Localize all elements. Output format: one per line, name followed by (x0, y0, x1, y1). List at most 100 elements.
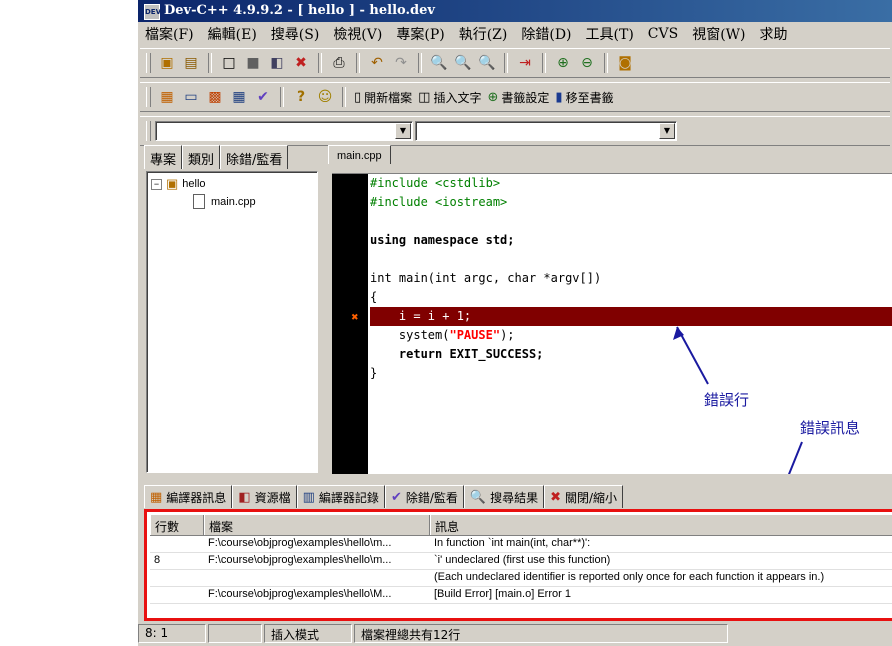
tab-project[interactable]: 專案 (144, 145, 183, 169)
tree-file-label: main.cpp (211, 195, 256, 208)
toolbar-separator (356, 53, 360, 73)
search-icon: 🔍 (469, 489, 487, 505)
goto-line-icon[interactable]: ⇥ (514, 52, 536, 74)
messages-header: 行數 檔案 訊息 (150, 515, 892, 536)
tab-resources[interactable]: ◧ 資源檔 (232, 485, 297, 508)
save-all-icon[interactable]: ◧ (266, 52, 288, 74)
toolbar-separator (418, 53, 422, 73)
table-row[interactable]: F:\course\objprog\examples\hello\M... [B… (150, 587, 892, 604)
status-bar: 8: 1 插入模式 檔案裡總共有12行 (138, 622, 892, 644)
row-message: `i' undeclared (first use this function) (434, 554, 611, 566)
goto-bookmark-label: 移至書籤 (565, 90, 614, 105)
bottom-tabs: ▦ 編譯器訊息 ◧ 資源檔 ▥ 編譯器記錄 ✔ 除錯/監看 🔍 搜尋結果 ✖ 關閉/縮小 (144, 485, 624, 509)
save-icon[interactable]: ■ (242, 52, 264, 74)
tree-root-label: hello (182, 178, 206, 190)
set-bookmark-button[interactable]: ⊕ 書籤設定 (484, 86, 552, 108)
tree-root[interactable]: − ▣ hello (151, 176, 206, 192)
check-icon: ✔ (390, 489, 402, 505)
compile-icon[interactable]: ▦ (156, 86, 178, 108)
row-line (150, 536, 204, 552)
open-project-icon[interactable]: ▤ (180, 52, 202, 74)
menu-tools[interactable]: 工具(T) (579, 24, 641, 44)
collapse-icon[interactable]: − (151, 178, 162, 190)
remove-from-project-icon[interactable]: ⊖ (576, 52, 598, 74)
help-icon[interactable]: ? (290, 86, 312, 108)
new-file-icon[interactable]: □ (218, 52, 240, 74)
menu-project[interactable]: 專案(P) (389, 24, 451, 44)
new-file-label: 開新檔案 (364, 90, 413, 105)
toolbar-separator (318, 53, 322, 73)
print-icon[interactable]: ⎙ (328, 52, 350, 74)
title-bar[interactable]: DEV Dev-C++ 4.9.9.2 - [ hello ] - hello.… (138, 0, 892, 22)
row-file (204, 570, 430, 586)
menu-search[interactable]: 搜尋(S) (264, 24, 327, 44)
tab-debug-watch[interactable]: 除錯/監看 (220, 145, 289, 169)
redo-icon[interactable]: ↷ (390, 52, 412, 74)
tab-debug[interactable]: ✔ 除錯/監看 (384, 485, 464, 508)
table-row[interactable]: F:\course\objprog\examples\hello\m... In… (150, 536, 892, 553)
chevron-down-icon[interactable]: ▼ (395, 123, 411, 139)
bookmark-goto-icon: ▮ (555, 89, 563, 105)
find-icon[interactable]: 🔍 (428, 52, 450, 74)
table-row[interactable]: 8 F:\course\objprog\examples\hello\m... … (150, 553, 892, 570)
class-combo[interactable]: ▼ (155, 121, 413, 141)
menu-cvs[interactable]: CVS (641, 26, 685, 42)
left-tabs: 專案 類別 除錯/監看 (144, 145, 320, 169)
modified-status (208, 623, 262, 643)
compile-run-icon[interactable]: ▩ (204, 86, 226, 108)
toolbar-grip[interactable] (146, 53, 151, 73)
close-file-icon[interactable]: ✖ (290, 52, 312, 74)
menu-help[interactable]: 求助 (753, 24, 795, 44)
file-icon (193, 194, 205, 209)
project-panel: 專案 類別 除錯/監看 − ▣ hello main.cpp (144, 145, 320, 480)
rebuild-icon[interactable]: ▦ (228, 86, 250, 108)
toolbar-grip[interactable] (146, 87, 151, 107)
about-icon[interactable]: ☺ (314, 86, 336, 108)
add-to-project-icon[interactable]: ⊕ (552, 52, 574, 74)
find-next-icon[interactable]: 🔍 (452, 52, 474, 74)
replace-icon[interactable]: 🔍 (476, 52, 498, 74)
toolbar-separator (504, 53, 508, 73)
menu-view[interactable]: 檢視(V) (326, 24, 389, 44)
table-row[interactable]: (Each undeclared identifier is reported … (150, 570, 892, 587)
row-message: In function `int main(int, char**)': (434, 537, 591, 549)
code-editor[interactable]: ✖ #include <cstdlib> #include <iostream>… (332, 173, 892, 474)
close-icon: ✖ (550, 489, 561, 505)
project-options-icon[interactable]: ◙ (614, 52, 636, 74)
toolbar-grip[interactable] (146, 121, 151, 141)
menu-window[interactable]: 視窗(W) (685, 24, 752, 44)
menu-edit[interactable]: 編輯(E) (201, 24, 264, 44)
editor-area: main.cpp ✖ #include <cstdlib> #include <… (328, 145, 892, 480)
lines-info: 檔案裡總共有12行 (354, 623, 728, 643)
tab-compile-log[interactable]: ▥ 編譯器記錄 (296, 485, 385, 508)
insert-text-button[interactable]: ◫ 插入文字 (415, 86, 484, 108)
secondary-toolbar: ▦ ▭ ▩ ▦ ✔ ? ☺ ▯ 開新檔案 ◫ 插入文字 ⊕ 書籤設定 ▮ 移至書籤 (140, 82, 890, 112)
col-line-header[interactable]: 行數 (150, 515, 204, 535)
tab-classes[interactable]: 類別 (182, 145, 221, 169)
tab-close-minimize[interactable]: ✖ 關閉/縮小 (544, 485, 624, 508)
class-toolbar: ▼ ▼ (140, 116, 890, 146)
window-title: Dev-C++ 4.9.9.2 - [ hello ] - hello.dev (164, 3, 435, 18)
col-message-header[interactable]: 訊息 (430, 515, 892, 535)
menu-execute[interactable]: 執行(Z) (452, 24, 515, 44)
tree-file[interactable]: main.cpp (193, 194, 256, 209)
toolbar-separator (280, 87, 284, 107)
undo-icon[interactable]: ↶ (366, 52, 388, 74)
tab-find-results[interactable]: 🔍 搜尋結果 (463, 485, 545, 508)
run-icon[interactable]: ▭ (180, 86, 202, 108)
check-syntax-icon[interactable]: ✔ (252, 86, 274, 108)
goto-bookmark-button[interactable]: ▮ 移至書籤 (552, 86, 616, 108)
annotation-arrows (673, 326, 803, 474)
tab-compiler-messages[interactable]: ▦ 編譯器訊息 (144, 485, 233, 508)
col-file-header[interactable]: 檔案 (204, 515, 430, 535)
member-combo[interactable]: ▼ (415, 121, 677, 141)
menu-debug[interactable]: 除錯(D) (514, 24, 578, 44)
row-line (150, 570, 204, 586)
new-project-icon[interactable]: ▣ (156, 52, 178, 74)
new-file-button[interactable]: ▯ 開新檔案 (351, 86, 415, 108)
tab-main-cpp[interactable]: main.cpp (328, 145, 391, 164)
chevron-down-icon[interactable]: ▼ (659, 123, 675, 139)
main-toolbar: ▣ ▤ □ ■ ◧ ✖ ⎙ ↶ ↷ 🔍 🔍 🔍 ⇥ ⊕ ⊖ ◙ (140, 48, 890, 78)
menu-file[interactable]: 檔案(F) (138, 24, 201, 44)
tab-label: 關閉/縮小 (565, 490, 618, 505)
